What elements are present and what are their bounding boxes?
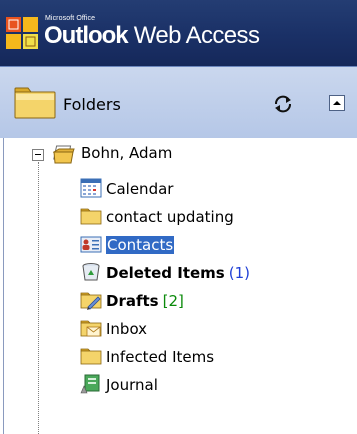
folder-icon [80,348,102,365]
tree-item-journal[interactable]: Journal [80,371,340,399]
tree-item-deleted-items[interactable]: Deleted Items (1) [80,259,340,287]
mailbox-icon [53,145,75,164]
tree-item-label: Infected Items [106,348,215,366]
folder-icon [14,87,56,119]
calendar-icon [80,178,102,198]
tree-item-label: Journal [106,376,158,394]
chevron-up-icon [333,101,341,105]
collapse-tree-toggle[interactable] [32,149,44,161]
app-title: Outlook Web Access [44,22,260,50]
deleted-items-icon [82,263,100,281]
unread-count: (1) [228,264,250,282]
journal-icon [80,374,100,394]
inbox-icon [80,320,102,337]
brand-small-text: Microsoft Office [45,15,96,22]
tree-item-label: Contacts [106,236,175,254]
tree-item-contacts[interactable]: Contacts [80,231,340,259]
app-title-outlook: Outlook [44,22,129,49]
tree-item-label: Deleted Items (1) [106,264,250,282]
tree-item-label: contact updating [106,208,234,226]
pane-divider [3,138,4,434]
mailbox-root-label[interactable]: Bohn, Adam [81,144,172,162]
drafts-icon [80,292,102,310]
folder-tree: Bohn, Adam Calendar contact updating Con… [0,138,357,434]
refresh-icon[interactable] [270,92,296,116]
app-header: Microsoft Office Outlook Web Access [0,0,357,66]
tree-connector [38,162,39,434]
folders-header-bar: Folders [0,66,357,138]
tree-item-label: Inbox [106,320,148,338]
tree-item-label: Drafts [2] [106,292,184,310]
folder-icon [80,208,102,225]
draft-count: [2] [162,292,184,310]
tree-item-contact-updating[interactable]: contact updating [80,203,340,231]
tree-item-drafts[interactable]: Drafts [2] [80,287,340,315]
collapse-button[interactable] [329,95,345,111]
folders-label: Folders [63,95,121,114]
tree-item-infected-items[interactable]: Infected Items [80,343,340,371]
tree-item-calendar[interactable]: Calendar [80,175,340,203]
tree-item-inbox[interactable]: Inbox [80,315,340,343]
tree-item-label: Calendar [106,180,174,198]
office-logo-icon [6,17,38,49]
app-title-rest: Web Access [133,22,260,49]
contacts-icon [80,236,102,253]
